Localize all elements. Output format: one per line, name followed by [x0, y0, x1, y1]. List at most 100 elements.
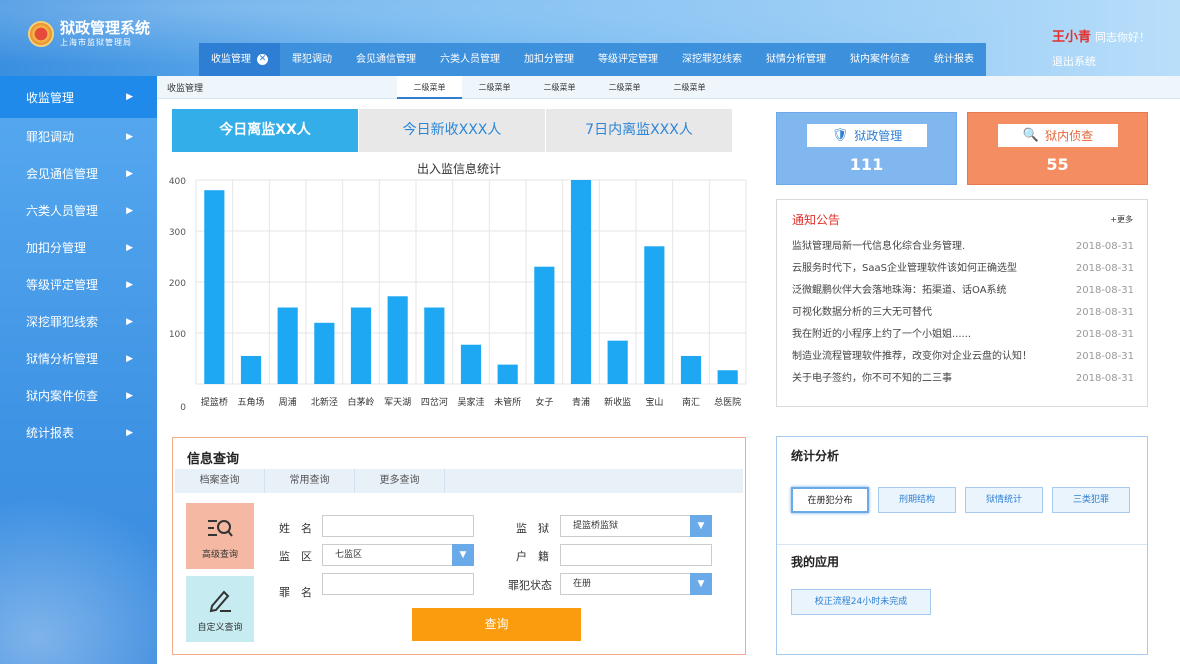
top-tab-grading[interactable]: 等级评定管理: [586, 43, 670, 76]
chevron-down-icon[interactable]: ▼: [690, 573, 712, 595]
subtab-3[interactable]: 二级菜单: [527, 76, 592, 99]
top-tab-analysis[interactable]: 狱情分析管理: [754, 43, 838, 76]
notice-panel: 通知公告 +更多 监狱管理局新一代信息化综合业务管理. 2018-08-31 云服…: [776, 199, 1148, 407]
logout-link[interactable]: 退出系统: [1052, 53, 1150, 69]
chevron-right-icon: ▶: [126, 242, 133, 253]
sidebar-item-intake[interactable]: 收监管理 ▶: [0, 76, 157, 118]
subtab-2[interactable]: 二级菜单: [462, 76, 527, 99]
sidebar-item-cases[interactable]: 狱内案件侦查 ▶: [0, 377, 157, 414]
bar: [680, 355, 702, 384]
prison-admin-count: 111: [849, 155, 884, 174]
sidebar-item-analysis[interactable]: 狱情分析管理 ▶: [0, 340, 157, 377]
subtab-1[interactable]: 二级菜单: [397, 76, 462, 99]
name-label: 姓 名: [279, 522, 312, 535]
x-tick-label: 四岔河: [421, 396, 448, 408]
list-item[interactable]: 云服务时代下，SaaS企业管理软件该如何正确选型 2018-08-31: [792, 262, 1134, 284]
search-button[interactable]: 查询: [412, 608, 581, 641]
internal-investigation-label: 🔍 狱内侦查: [998, 124, 1118, 147]
top-tab-cases[interactable]: 狱内案件侦查: [838, 43, 922, 76]
stat-today-release[interactable]: 今日离监XX人: [172, 109, 358, 152]
sidebar: 收监管理 ▶ 罪犯调动 ▶ 会见通信管理 ▶ 六类人员管理 ▶ 加扣分管理 ▶ 等级评定管…: [0, 76, 157, 664]
custom-query-button[interactable]: 自定义查询: [186, 576, 254, 642]
x-tick-label: 青浦: [572, 396, 590, 408]
x-tick-label: 新收监: [604, 396, 631, 408]
stat-week-release[interactable]: 7日内离监XXX人: [546, 109, 732, 152]
chart-title: 出入监信息统计: [416, 162, 501, 176]
close-icon[interactable]: ✕: [257, 54, 268, 65]
y-tick-label: 400: [169, 177, 186, 187]
sidebar-item-reports[interactable]: 统计报表 ▶: [0, 414, 157, 451]
subtab-5[interactable]: 二级菜单: [657, 76, 722, 99]
query-tabs: 档案查询 常用查询 更多查询: [175, 469, 743, 493]
stat-today-intake[interactable]: 今日新收XXX人: [359, 109, 545, 152]
sidebar-item-transfer[interactable]: 罪犯调动 ▶: [0, 118, 157, 155]
tab-situation-stats[interactable]: 狱情统计: [965, 487, 1043, 513]
list-item[interactable]: 泛微鲲鹏伙伴大会落地珠海：拓渠道、话OA系统 2018-08-31: [792, 284, 1134, 306]
tab-three-crimes[interactable]: 三类犯罪: [1052, 487, 1130, 513]
notice-list: 监狱管理局新一代信息化综合业务管理. 2018-08-31 云服务时代下，SaaS…: [792, 240, 1134, 394]
user-info: 王小青 同志你好！ 退出系统: [1052, 26, 1150, 69]
chevron-down-icon[interactable]: ▼: [452, 544, 474, 566]
breadcrumb-bar: 收监管理 二级菜单 二级菜单 二级菜单 二级菜单 二级菜单: [157, 76, 1180, 99]
advanced-query-button[interactable]: 高级查询: [186, 503, 254, 569]
top-tab-clues[interactable]: 深挖罪犯线索: [670, 43, 754, 76]
household-input[interactable]: [560, 544, 712, 566]
tab-inmate-distribution[interactable]: 在册犯分布: [791, 487, 869, 513]
shield-icon: 🛡: [831, 128, 849, 143]
y-tick-label: 100: [169, 330, 186, 340]
sidebar-item-grading[interactable]: 等级评定管理 ▶: [0, 266, 157, 303]
status-select[interactable]: 在册 ▼: [560, 573, 712, 595]
app-correction-flow-button[interactable]: 校正流程24小时未完成: [791, 589, 931, 615]
chevron-down-icon[interactable]: ▼: [690, 515, 712, 537]
list-item[interactable]: 监狱管理局新一代信息化综合业务管理. 2018-08-31: [792, 240, 1134, 262]
logo-title: 狱政管理系统: [60, 19, 151, 37]
sidebar-item-clues[interactable]: 深挖罪犯线索 ▶: [0, 303, 157, 340]
crime-label: 罪 名: [279, 586, 312, 599]
area-select[interactable]: 七监区 ▼: [322, 544, 474, 566]
y-tick-label: 300: [169, 228, 186, 238]
internal-investigation-card[interactable]: 🔍 狱内侦查 55: [967, 112, 1148, 185]
chevron-right-icon: ▶: [126, 316, 133, 327]
x-tick-label: 南汇: [682, 396, 700, 408]
info-query-panel: 信息查询 档案查询 常用查询 更多查询 高级查询 自定义查询 姓 名 监 区 七…: [172, 437, 746, 655]
list-item[interactable]: 关于电子签约，你不可不知的二三事 2018-08-31: [792, 372, 1134, 394]
tab-more-query[interactable]: 更多查询: [355, 469, 445, 493]
crime-input[interactable]: [322, 573, 474, 595]
prison-admin-card[interactable]: 🛡 狱政管理 111: [776, 112, 957, 185]
chevron-right-icon: ▶: [126, 205, 133, 216]
subtab-4[interactable]: 二级菜单: [592, 76, 657, 99]
top-tab-visit[interactable]: 会见通信管理: [344, 43, 428, 76]
logo-subtitle: 上海市监狱管理局: [60, 38, 132, 47]
bar: [387, 296, 408, 384]
list-item[interactable]: 我在附近的小程序上约了一个小姐姐...... 2018-08-31: [792, 328, 1134, 350]
chevron-right-icon: ▶: [126, 353, 133, 364]
x-tick-label: 北新泾: [311, 396, 338, 408]
list-search-icon: [208, 520, 233, 537]
top-tab-transfer[interactable]: 罪犯调动: [280, 43, 344, 76]
top-tab-six-types[interactable]: 六类人员管理: [428, 43, 512, 76]
top-tab-reports[interactable]: 统计报表: [922, 43, 986, 76]
tab-archive-query[interactable]: 档案查询: [175, 469, 265, 493]
analysis-title: 统计分析: [791, 449, 840, 463]
list-item[interactable]: 可视化数据分析的三大无可替代 2018-08-31: [792, 306, 1134, 328]
top-tab-intake[interactable]: 收监管理 ✕: [199, 43, 280, 76]
bar: [644, 246, 665, 384]
sidebar-item-points[interactable]: 加扣分管理 ▶: [0, 229, 157, 266]
notice-more-link[interactable]: +更多: [1110, 214, 1133, 225]
name-input[interactable]: [322, 515, 474, 537]
divider: [777, 544, 1147, 545]
tab-sentence-structure[interactable]: 刑期结构: [878, 487, 956, 513]
tab-common-query[interactable]: 常用查询: [265, 469, 355, 493]
bar: [350, 307, 372, 384]
bar: [460, 344, 482, 384]
x-tick-label: 总医院: [714, 396, 741, 408]
sidebar-item-six-types[interactable]: 六类人员管理 ▶: [0, 192, 157, 229]
top-tab-points[interactable]: 加扣分管理: [512, 43, 586, 76]
sidebar-item-visit[interactable]: 会见通信管理 ▶: [0, 155, 157, 192]
bar: [277, 307, 298, 384]
prison-select[interactable]: 提篮桥监狱 ▼: [560, 515, 712, 537]
chevron-right-icon: ▶: [126, 279, 133, 290]
stats-analysis-panel: 统计分析 在册犯分布 刑期结构 狱情统计 三类犯罪 我的应用 校正流程24小时未…: [776, 436, 1148, 655]
list-item[interactable]: 制造业流程管理软件推荐，改变你对企业云盘的认知！ 2018-08-31: [792, 350, 1134, 372]
x-tick-label: 宝山: [645, 396, 663, 408]
